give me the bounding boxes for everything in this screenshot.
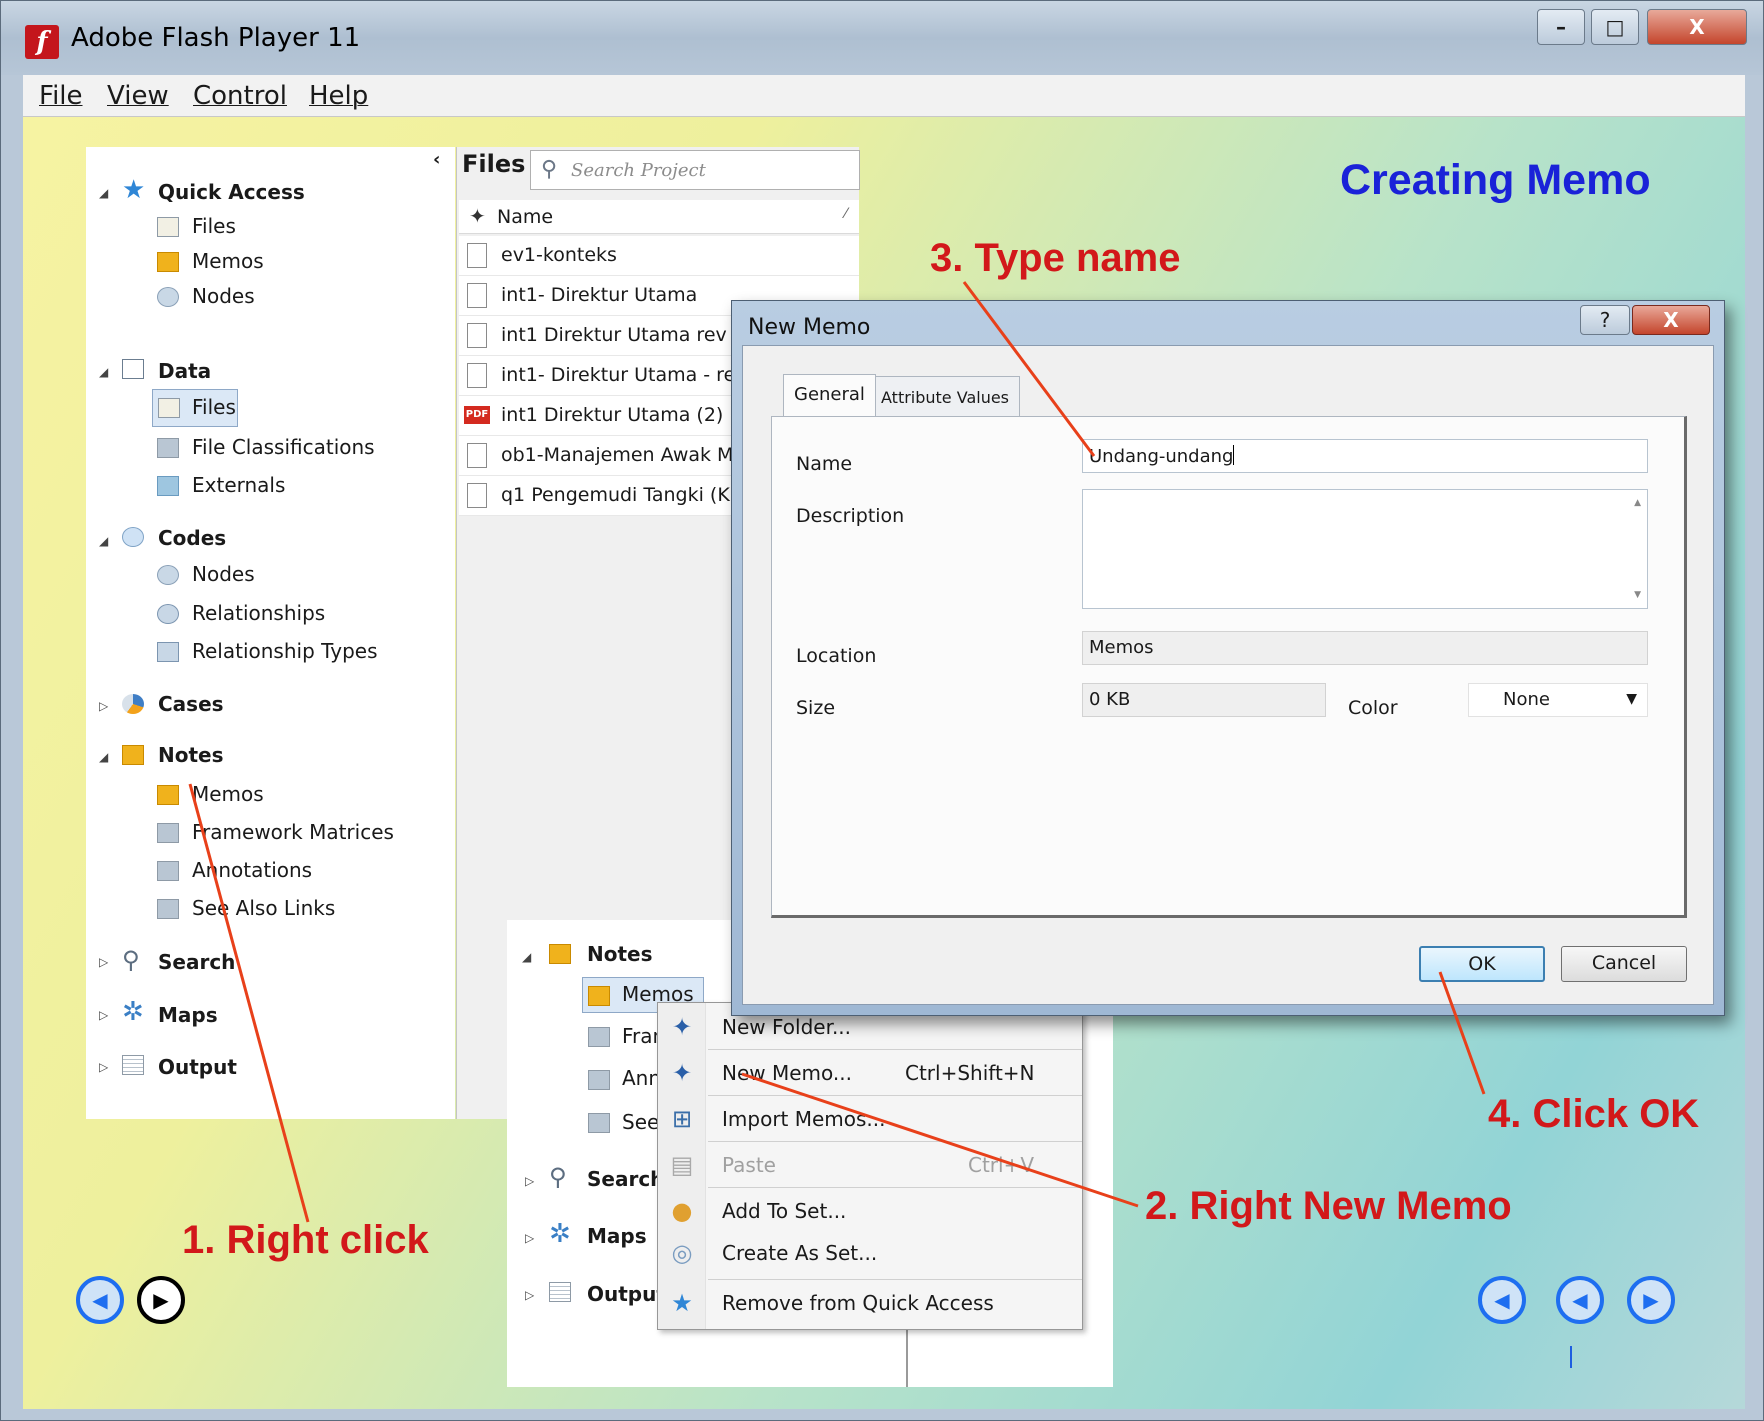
- arrow-step-4: [1438, 971, 1486, 1095]
- arrow-step-1: [188, 783, 310, 1223]
- rewind-button[interactable]: ◀: [1478, 1276, 1526, 1324]
- text-cursor-mark: [1570, 1346, 1572, 1368]
- tab-general[interactable]: General: [783, 374, 876, 416]
- back-arrow-icon: ◀: [92, 1288, 108, 1312]
- next-icon: ▶: [1643, 1288, 1659, 1312]
- arrow-step-3: [962, 281, 1096, 457]
- play-icon: ▶: [153, 1288, 169, 1312]
- previous-button[interactable]: ◀: [1556, 1276, 1604, 1324]
- previous-icon: ◀: [1572, 1288, 1588, 1312]
- rewind-icon: ◀: [1494, 1288, 1510, 1312]
- play-button[interactable]: ▶: [137, 1276, 185, 1324]
- arrow-step-2: [741, 1072, 1139, 1208]
- annotation-arrows: [188, 281, 1486, 1223]
- next-button[interactable]: ▶: [1627, 1276, 1675, 1324]
- back-button[interactable]: ◀: [76, 1276, 124, 1324]
